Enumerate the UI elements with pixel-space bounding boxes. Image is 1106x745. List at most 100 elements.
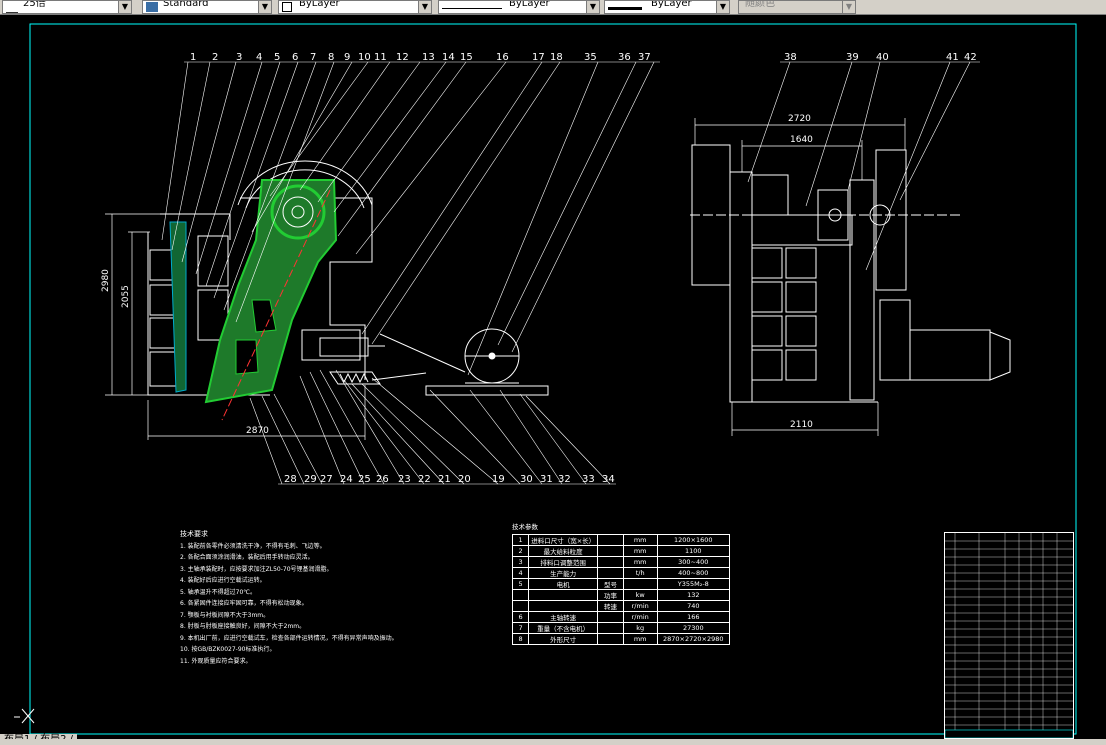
balloon-label: 22 bbox=[418, 474, 431, 485]
dim-style-combo[interactable]: Standard ▼ bbox=[142, 0, 272, 14]
tech-line: 9. 本机出厂前，应进行空载试车，检查各部件运转情况，不得有异常声响及振动。 bbox=[180, 634, 398, 642]
param-sub: 功率 bbox=[597, 589, 624, 601]
technical-requirements: 技术要求 1. 装配前各零件必须清洗干净，不得有毛刺、飞边等。 2. 各配合面须… bbox=[180, 529, 510, 667]
balloon-label: 24 bbox=[340, 474, 353, 485]
param-name bbox=[528, 589, 599, 601]
param-no: 2 bbox=[511, 545, 530, 557]
tech-line: 1. 装配前各零件必须清洗干净，不得有毛刺、飞边等。 bbox=[180, 542, 326, 550]
tech-line: 3. 主轴承装配时，应按要求加注ZL50-70号锂基润滑脂。 bbox=[180, 565, 333, 573]
param-sub bbox=[597, 611, 624, 623]
balloon-label: 32 bbox=[558, 474, 571, 485]
param-name: 重量（不含电机） bbox=[528, 622, 599, 634]
param-row: 2 最大给料粒度 mm 1100 bbox=[511, 545, 731, 557]
linetype-combo[interactable]: ByLayer ▼ bbox=[438, 0, 600, 14]
param-name: 最大给料粒度 bbox=[528, 545, 599, 557]
param-unit: r/min bbox=[622, 600, 658, 612]
balloon-label: 1 bbox=[190, 52, 196, 63]
balloon-label: 37 bbox=[638, 52, 651, 63]
drawing-canvas[interactable]: 2980 2055 2870 1 2 3 4 5 6 7 8 9 10 11 1… bbox=[0, 15, 1106, 739]
param-sub bbox=[597, 622, 624, 634]
balloon-label: 42 bbox=[964, 52, 977, 63]
balloon-labels-right: 38 39 40 41 42 bbox=[784, 52, 977, 63]
balloon-label: 21 bbox=[438, 474, 451, 485]
param-value: 2870×2720×2980 bbox=[656, 633, 731, 645]
tech-line: 7. 颚板与衬板间隙不大于3mm。 bbox=[180, 611, 270, 619]
chevron-down-icon[interactable]: ▼ bbox=[258, 1, 271, 13]
balloon-label: 15 bbox=[460, 52, 473, 63]
balloon-label: 2 bbox=[212, 52, 218, 63]
param-value: 166 bbox=[656, 611, 731, 623]
dim-style-icon bbox=[146, 2, 158, 12]
param-name: 进料口尺寸（宽×长） bbox=[528, 534, 599, 546]
color-swatch-icon bbox=[282, 2, 292, 12]
param-sub: 型号 bbox=[597, 578, 624, 590]
balloon-label: 39 bbox=[846, 52, 859, 63]
param-name: 电机 bbox=[528, 578, 599, 590]
param-no: 4 bbox=[511, 567, 530, 579]
param-row: 8 外形尺寸 mm 2870×2720×2980 bbox=[511, 633, 731, 645]
balloon-label: 10 bbox=[358, 52, 371, 63]
layer-value: ByLayer bbox=[299, 0, 340, 9]
chevron-down-icon[interactable]: ▼ bbox=[842, 1, 855, 13]
balloon-labels-top: 1 2 3 4 5 6 7 8 9 10 11 12 13 14 15 16 1… bbox=[190, 52, 651, 63]
param-no: 6 bbox=[511, 611, 530, 623]
chevron-down-icon[interactable]: ▼ bbox=[418, 1, 431, 13]
param-row: 功率 kw 132 bbox=[511, 589, 731, 601]
param-no: 8 bbox=[511, 633, 530, 645]
param-unit: mm bbox=[622, 633, 658, 645]
ucs-icon bbox=[14, 708, 35, 724]
balloon-label: 31 bbox=[540, 474, 553, 485]
color-combo[interactable]: 随颜色 ▼ bbox=[738, 0, 856, 14]
tech-line: 6. 各紧固件连接应牢固可靠，不得有松动现象。 bbox=[180, 600, 308, 607]
param-row: 5 电机 型号 Y355M₂-8 bbox=[511, 578, 731, 590]
tech-title: 技术要求 bbox=[180, 530, 208, 538]
param-sub bbox=[597, 534, 624, 546]
chevron-down-icon[interactable]: ▼ bbox=[586, 1, 599, 13]
balloon-labels-bottom: 28 29 27 24 25 26 23 22 21 20 19 30 31 3… bbox=[284, 474, 615, 485]
balloon-label: 16 bbox=[496, 52, 509, 63]
balloon-label: 33 bbox=[582, 474, 595, 485]
dim-height-total: 2980 bbox=[101, 269, 111, 292]
chevron-down-icon[interactable]: ▼ bbox=[118, 1, 131, 13]
right-view bbox=[690, 144, 1011, 403]
lineweight-sample-icon bbox=[608, 2, 642, 10]
param-row: 1 进料口尺寸（宽×长） mm 1200×1600 bbox=[511, 534, 731, 546]
balloon-label: 26 bbox=[376, 474, 389, 485]
balloon-label: 35 bbox=[584, 52, 597, 63]
text-style-icon bbox=[6, 2, 18, 13]
dim-width-right-bottom: 2110 bbox=[790, 420, 813, 430]
balloon-label: 11 bbox=[374, 52, 387, 63]
linetype-value: ByLayer bbox=[509, 0, 550, 9]
text-style-combo[interactable]: 25倍 ▼ bbox=[2, 0, 132, 14]
lineweight-value: ByLayer bbox=[651, 0, 692, 9]
dim-height-inner: 2055 bbox=[121, 285, 131, 308]
bom-grid bbox=[944, 533, 1074, 739]
properties-toolbar: 25倍 ▼ Standard ▼ ByLayer ▼ ByLayer ▼ ByL… bbox=[0, 0, 1106, 15]
parameter-table-block: 技术参数 1 进料口尺寸（宽×长） mm 1200×1600 2 最大给料粒度 mm 1100… bbox=[511, 520, 732, 645]
dim-width-left: 2870 bbox=[246, 426, 269, 436]
chevron-down-icon[interactable]: ▼ bbox=[716, 1, 729, 13]
lineweight-combo[interactable]: ByLayer ▼ bbox=[604, 0, 730, 14]
parameter-table: 1 进料口尺寸（宽×长） mm 1200×1600 2 最大给料粒度 mm 1100 3 排料口调… bbox=[511, 534, 731, 645]
param-no bbox=[511, 600, 530, 612]
param-value: 132 bbox=[656, 589, 731, 601]
param-unit: t/h bbox=[622, 567, 658, 579]
param-row: 3 排料口调整范围 mm 300~400 bbox=[511, 556, 731, 568]
dim-width-right-top: 2720 bbox=[788, 114, 811, 124]
balloon-label: 28 bbox=[284, 474, 297, 485]
balloon-label: 9 bbox=[344, 52, 350, 63]
param-sub: 转速 bbox=[597, 600, 624, 612]
layer-combo[interactable]: ByLayer ▼ bbox=[278, 0, 432, 14]
param-row: 7 重量（不含电机） kg 27300 bbox=[511, 622, 731, 634]
balloon-label: 23 bbox=[398, 474, 411, 485]
param-sub bbox=[597, 633, 624, 645]
balloon-label: 7 bbox=[310, 52, 316, 63]
balloon-label: 34 bbox=[602, 474, 615, 485]
param-value: 1100 bbox=[656, 545, 731, 557]
balloon-label: 3 bbox=[236, 52, 242, 63]
tech-line: 5. 轴承温升不得超过70℃。 bbox=[180, 588, 257, 596]
title-block bbox=[944, 532, 1074, 739]
left-view bbox=[147, 160, 549, 396]
color-value: 随颜色 bbox=[745, 0, 775, 9]
param-unit: mm bbox=[622, 545, 658, 557]
